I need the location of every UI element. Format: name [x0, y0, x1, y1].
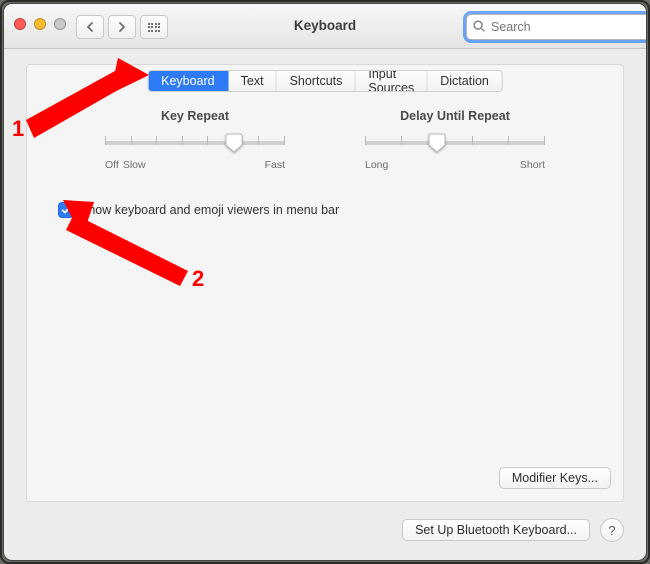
show-all-button[interactable]: [140, 15, 168, 39]
delay-label-short: Short: [520, 159, 545, 171]
tab-keyboard[interactable]: Keyboard: [149, 71, 229, 91]
window-title: Keyboard: [294, 18, 356, 33]
key-repeat-label-slow: Slow: [119, 159, 265, 171]
help-button[interactable]: ?: [600, 518, 624, 542]
tab-text[interactable]: Text: [228, 71, 277, 91]
search-icon: [472, 19, 486, 33]
tab-bar: Keyboard Text Shortcuts Input Sources Di…: [148, 70, 503, 92]
delay-label-long: Long: [365, 159, 388, 171]
back-button[interactable]: [76, 15, 104, 39]
search-input[interactable]: [466, 14, 646, 40]
content-panel: Keyboard Text Shortcuts Input Sources Di…: [26, 64, 624, 502]
modifier-keys-button[interactable]: Modifier Keys...: [499, 467, 611, 489]
delay-block: Delay Until Repeat Long Short: [365, 109, 545, 171]
title-bar: Keyboard: [4, 4, 646, 49]
check-icon: [61, 205, 71, 215]
forward-button[interactable]: [108, 15, 136, 39]
tab-shortcuts[interactable]: Shortcuts: [277, 71, 356, 91]
traffic-lights: [14, 18, 66, 30]
zoom-icon[interactable]: [54, 18, 66, 30]
setup-bluetooth-keyboard-button[interactable]: Set Up Bluetooth Keyboard...: [402, 519, 590, 541]
key-repeat-label-fast: Fast: [265, 159, 285, 171]
delay-title: Delay Until Repeat: [365, 109, 545, 123]
checkbox-row: Show keyboard and emoji viewers in menu …: [59, 203, 339, 217]
checkbox-show-keyboard-viewers[interactable]: [59, 203, 73, 217]
key-repeat-label-off: Off: [105, 159, 119, 171]
close-icon[interactable]: [14, 18, 26, 30]
preferences-window: Keyboard Keyboard Text Shortcuts Input S…: [4, 4, 646, 560]
search-field-wrap: [466, 14, 636, 38]
tab-dictation[interactable]: Dictation: [428, 71, 502, 91]
footer: Set Up Bluetooth Keyboard... ?: [402, 518, 624, 542]
tab-input-sources[interactable]: Input Sources: [356, 71, 428, 91]
key-repeat-slider[interactable]: [105, 133, 285, 159]
key-repeat-block: Key Repeat Off Slow Fast: [105, 109, 285, 171]
minimize-icon[interactable]: [34, 18, 46, 30]
delay-slider[interactable]: [365, 133, 545, 159]
slider-thumb-icon[interactable]: [225, 133, 243, 153]
checkbox-label: Show keyboard and emoji viewers in menu …: [80, 203, 339, 217]
grid-icon: [148, 23, 161, 32]
key-repeat-title: Key Repeat: [105, 109, 285, 123]
nav-buttons: [76, 15, 168, 39]
slider-thumb-icon[interactable]: [428, 133, 446, 153]
